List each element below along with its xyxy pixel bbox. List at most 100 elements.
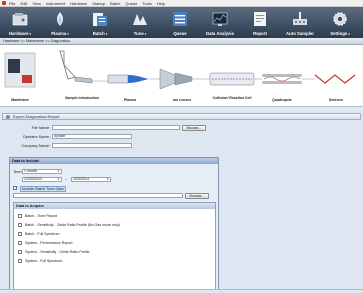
- menu-edit[interactable]: Edit: [20, 1, 27, 6]
- dropdown-arrow-icon: ▾: [67, 32, 69, 36]
- toolbar-label: Batch: [92, 31, 105, 36]
- toolbar-batch-button[interactable]: Batch▾: [80, 7, 120, 38]
- acquire-checkbox[interactable]: [18, 259, 22, 263]
- calendar-dropdown-icon[interactable]: ▾: [58, 177, 60, 181]
- term-select[interactable]: 1 month: [22, 169, 62, 174]
- batch-folder-input[interactable]: [13, 193, 183, 198]
- term-value: 1 month: [24, 169, 37, 173]
- plasma-shape: [128, 75, 150, 83]
- acquire-item-label: Batch - Sensitivity - Oxide Ratio Profil…: [25, 223, 120, 227]
- acquire-item-label: System - Sensitivity - Oxide Ratio Profi…: [25, 250, 90, 254]
- report-icon: [6, 115, 10, 119]
- date-from-value: 12/20/2013: [24, 177, 42, 181]
- quadrupole-rod: [262, 74, 302, 77]
- acquire-item-label: System - Performance Report: [25, 241, 73, 245]
- menu-tools[interactable]: Tools: [142, 1, 151, 6]
- date-separator: ~: [65, 178, 68, 182]
- acquire-checkbox[interactable]: [18, 241, 22, 245]
- date-to-input[interactable]: 1/20/2014: [71, 177, 111, 182]
- menu-queue[interactable]: Queue: [125, 1, 137, 6]
- diagram-label-sample-introduction[interactable]: Sample Introduction: [62, 96, 102, 100]
- toolbar-plasma-button[interactable]: Plasma▾: [40, 7, 80, 38]
- toolbar-label: Tune: [133, 31, 144, 36]
- queue-icon: [173, 12, 187, 26]
- diagram-label-detector[interactable]: Detector: [316, 98, 356, 102]
- toolbar-data-analysis-button[interactable]: Data Analysis: [200, 7, 240, 38]
- menu-view[interactable]: View: [32, 1, 41, 6]
- browse-batch-button[interactable]: Browse...: [185, 192, 209, 199]
- toolbar-auto-sampler-button[interactable]: Auto Sampler: [280, 7, 320, 38]
- file-name-input[interactable]: [52, 125, 180, 130]
- toolbar-settings-button[interactable]: Settings▾: [320, 7, 360, 38]
- dropdown-arrow-icon: ▾: [144, 32, 147, 36]
- menu-help[interactable]: Help: [157, 1, 165, 6]
- acquire-checkbox[interactable]: [18, 232, 22, 236]
- main-toolbar: Hardware▾ Plasma▾ Batch▾ Tune▾ Queue Dat…: [0, 7, 363, 38]
- ion-lens-shape: [174, 72, 193, 86]
- dropdown-arrow-icon: ▾: [105, 32, 108, 36]
- toolbar-label: Auto Sampler: [286, 31, 314, 36]
- diagram-label-mainframe[interactable]: Mainframe: [0, 98, 40, 102]
- company-name-label: Company Name:: [21, 144, 51, 148]
- auto-sampler-icon: [293, 12, 307, 25]
- toolbar-label: Data Analysis: [205, 31, 235, 36]
- torch-shape: [107, 74, 129, 84]
- diagram-label-collision-reaction-cell[interactable]: Collision/ Reaction Cell: [212, 96, 252, 100]
- export-report-pane: Export Diagnostics Report File Name: Bro…: [0, 111, 363, 293]
- hardware-icon: [12, 13, 28, 26]
- menu-startup[interactable]: Startup: [92, 1, 105, 6]
- data-to-include-title: Data to Include: [10, 158, 218, 164]
- menu-hardware[interactable]: Hardware: [70, 1, 87, 6]
- acquire-checkbox[interactable]: [18, 250, 22, 254]
- tune-icon: [133, 13, 147, 25]
- pane-title: Export Diagnostics Report: [13, 114, 60, 119]
- toolbar-label: Plasma: [51, 31, 67, 36]
- detector-shape: [314, 74, 356, 84]
- report-icon: [254, 12, 266, 26]
- acquire-item-label: Batch - Tune Report: [25, 214, 58, 218]
- diagram-label-quadrupole[interactable]: Quadrupole: [262, 98, 302, 102]
- date-to-value: 1/20/2014: [73, 177, 89, 181]
- operator-name-input[interactable]: icpuser: [52, 134, 132, 139]
- acquire-checkbox[interactable]: [18, 223, 22, 227]
- application-window: File Edit View Instrument Hardware Start…: [0, 0, 363, 293]
- status-bar: [0, 289, 363, 293]
- toolbar-hardware-button[interactable]: Hardware▾: [0, 7, 40, 38]
- batch-icon: [93, 13, 107, 26]
- dropdown-arrow-icon: ▾: [348, 32, 350, 36]
- diagram-label-ion-lenses[interactable]: Ion Lenses: [162, 98, 202, 102]
- pane-header[interactable]: Export Diagnostics Report: [2, 113, 361, 120]
- check-icon: ✓: [15, 184, 19, 190]
- spray-chamber-shape: [74, 76, 93, 84]
- include-batch-label[interactable]: Include Batch Tune Data: [20, 186, 66, 192]
- app-icon: [2, 1, 6, 5]
- company-name-input[interactable]: [52, 143, 132, 148]
- browse-file-button[interactable]: Browse...: [182, 124, 206, 131]
- ion-path: [263, 76, 301, 82]
- dropdown-arrow-icon: ▾: [29, 32, 32, 36]
- menu-batch[interactable]: Batch: [110, 1, 120, 6]
- toolbar-label: Report: [253, 31, 267, 36]
- quadrupole-rod: [262, 81, 302, 84]
- data-to-acquire-title: Data to Acquire: [14, 203, 215, 209]
- toolbar-queue-button[interactable]: Queue: [160, 7, 200, 38]
- data-to-acquire-group: Data to Acquire Batch - Tune Report Batc…: [13, 202, 216, 290]
- diagram-label-plasma[interactable]: Plasma: [110, 98, 150, 102]
- acquire-checkbox[interactable]: [18, 214, 22, 218]
- instrument-diagram: Mainframe Sample Introduction Plasma Ion…: [0, 45, 363, 107]
- menu-file[interactable]: File: [9, 1, 15, 6]
- calendar-dropdown-icon[interactable]: ▾: [107, 177, 109, 181]
- settings-icon: [333, 12, 347, 26]
- menu-bar: File Edit View Instrument Hardware Start…: [0, 0, 363, 7]
- mainframe-panel: [8, 59, 20, 73]
- data-analysis-icon: [212, 12, 228, 26]
- file-name-label: File Name:: [31, 126, 50, 130]
- breadcrumb: Hardware >> Mainframe >> Diagnostics: [0, 38, 363, 45]
- operator-name-label: Operator Name:: [22, 135, 50, 139]
- toolbar-report-button[interactable]: Report: [240, 7, 280, 38]
- date-from-input[interactable]: 12/20/2013: [22, 177, 62, 182]
- acquire-item-label: Batch - Full Spectrum: [25, 232, 60, 236]
- menu-instrument[interactable]: Instrument: [46, 1, 65, 6]
- toolbar-tune-button[interactable]: Tune▾: [120, 7, 160, 38]
- toolbar-label: Queue: [173, 31, 187, 36]
